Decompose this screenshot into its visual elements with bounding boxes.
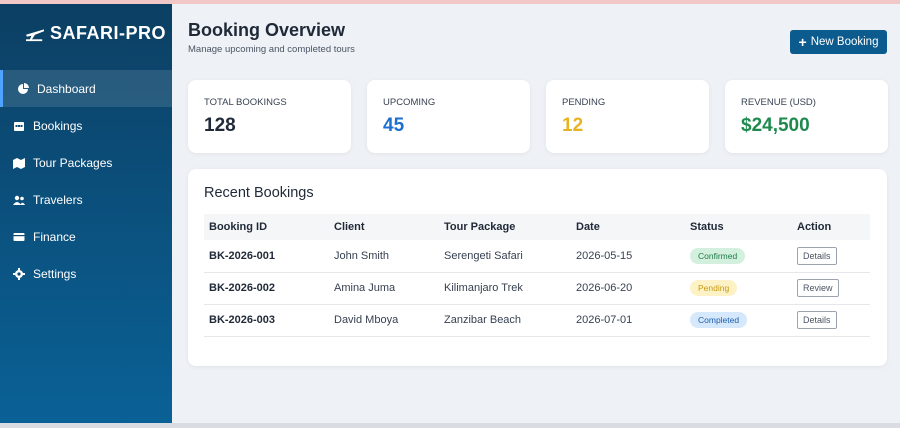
column-header: Status (690, 221, 724, 233)
sidebar-item-label: Dashboard (37, 81, 96, 96)
column-header: Booking ID (209, 221, 268, 233)
sidebar: SAFARI-PRO Dashboard Bookings Tour Packa… (0, 4, 172, 423)
booking-date: 2026-06-20 (571, 272, 685, 305)
plus-icon: + (798, 34, 807, 50)
client-name: Amina Juma (329, 272, 439, 305)
sidebar-item-tour-packages[interactable]: Tour Packages (0, 144, 172, 181)
stat-value: $24,500 (741, 115, 810, 136)
booking-date: 2026-07-01 (571, 304, 685, 337)
tour-package: Serengeti Safari (439, 240, 571, 273)
status-badge: Confirmed (690, 247, 746, 264)
dashboard-icon (17, 82, 29, 95)
stat-label: UPCOMING (383, 97, 436, 108)
gear-icon (13, 267, 25, 280)
brand[interactable]: SAFARI-PRO (0, 4, 172, 62)
booking-id: BK-2026-001 (204, 240, 329, 273)
column-header: Tour Package (444, 221, 516, 233)
new-booking-button[interactable]: + New Booking (790, 30, 887, 54)
table-header-row: Booking ID Client Tour Package Date Stat… (204, 214, 870, 240)
section-title: Recent Bookings (204, 185, 314, 201)
review-button[interactable]: Review (797, 279, 839, 297)
details-button[interactable]: Details (797, 246, 837, 265)
sidebar-item-label: Finance (33, 229, 76, 244)
table-row[interactable]: BK-2026-003 David Mboya Zanzibar Beach 2… (204, 304, 870, 337)
page-title: Booking Overview (188, 20, 346, 40)
main-content: Booking Overview Manage upcoming and com… (172, 4, 900, 423)
stat-card-upcoming: UPCOMING 45 (367, 80, 530, 153)
map-icon (13, 157, 25, 169)
stat-value: 12 (562, 115, 584, 136)
booking-id: BK-2026-003 (204, 304, 329, 337)
recent-bookings-panel: Recent Bookings Booking ID Client Tour P… (188, 169, 887, 366)
page-subtitle: Manage upcoming and completed tours (188, 44, 355, 55)
wallet-icon (13, 231, 25, 243)
stat-value: 128 (204, 115, 236, 136)
stat-card-revenue: REVENUE (USD) $24,500 (725, 80, 888, 153)
sidebar-item-label: Tour Packages (33, 155, 113, 170)
bottom-border (0, 423, 900, 428)
tour-package: Zanzibar Beach (439, 304, 571, 337)
sidebar-item-settings[interactable]: Settings (0, 255, 172, 292)
brand-name: SAFARI-PRO (50, 22, 167, 43)
sidebar-item-label: Settings (33, 266, 77, 281)
status-badge: Completed (690, 312, 748, 328)
column-header: Client (334, 221, 365, 233)
sidebar-item-label: Bookings (33, 118, 83, 133)
booking-date: 2026-05-15 (571, 240, 685, 273)
details-button[interactable]: Details (797, 311, 837, 329)
client-name: John Smith (329, 240, 439, 273)
stat-value: 45 (383, 115, 405, 136)
stat-card-total: TOTAL BOOKINGS 128 (188, 80, 351, 153)
page-header: Booking Overview Manage upcoming and com… (188, 20, 355, 55)
table-row[interactable]: BK-2026-001 John Smith Serengeti Safari … (204, 240, 870, 273)
stat-label: REVENUE (USD) (741, 97, 816, 108)
sidebar-nav: Dashboard Bookings Tour Packages Travele… (0, 70, 172, 292)
sidebar-item-finance[interactable]: Finance (0, 218, 172, 255)
tour-package: Kilimanjaro Trek (439, 272, 571, 305)
stat-label: PENDING (562, 97, 606, 108)
table-row[interactable]: BK-2026-002 Amina Juma Kilimanjaro Trek … (204, 272, 870, 305)
status-badge: Pending (690, 280, 738, 296)
calendar-icon (13, 120, 25, 132)
column-header: Action (797, 221, 832, 233)
client-name: David Mboya (329, 304, 439, 337)
column-header: Date (576, 221, 600, 233)
new-booking-label: New Booking (810, 36, 879, 48)
stats-cards: TOTAL BOOKINGS 128 UPCOMING 45 PENDING 1… (188, 80, 888, 153)
booking-id: BK-2026-002 (204, 272, 329, 305)
sidebar-item-label: Travelers (33, 192, 83, 207)
stat-label: TOTAL BOOKINGS (204, 97, 287, 108)
sidebar-item-travelers[interactable]: Travelers (0, 181, 172, 218)
stat-card-pending: PENDING 12 (546, 80, 709, 153)
bookings-table: Booking ID Client Tour Package Date Stat… (204, 214, 870, 337)
users-icon (13, 194, 25, 206)
sidebar-item-dashboard[interactable]: Dashboard (0, 70, 172, 107)
airplane-icon (24, 24, 46, 42)
sidebar-item-bookings[interactable]: Bookings (0, 107, 172, 144)
